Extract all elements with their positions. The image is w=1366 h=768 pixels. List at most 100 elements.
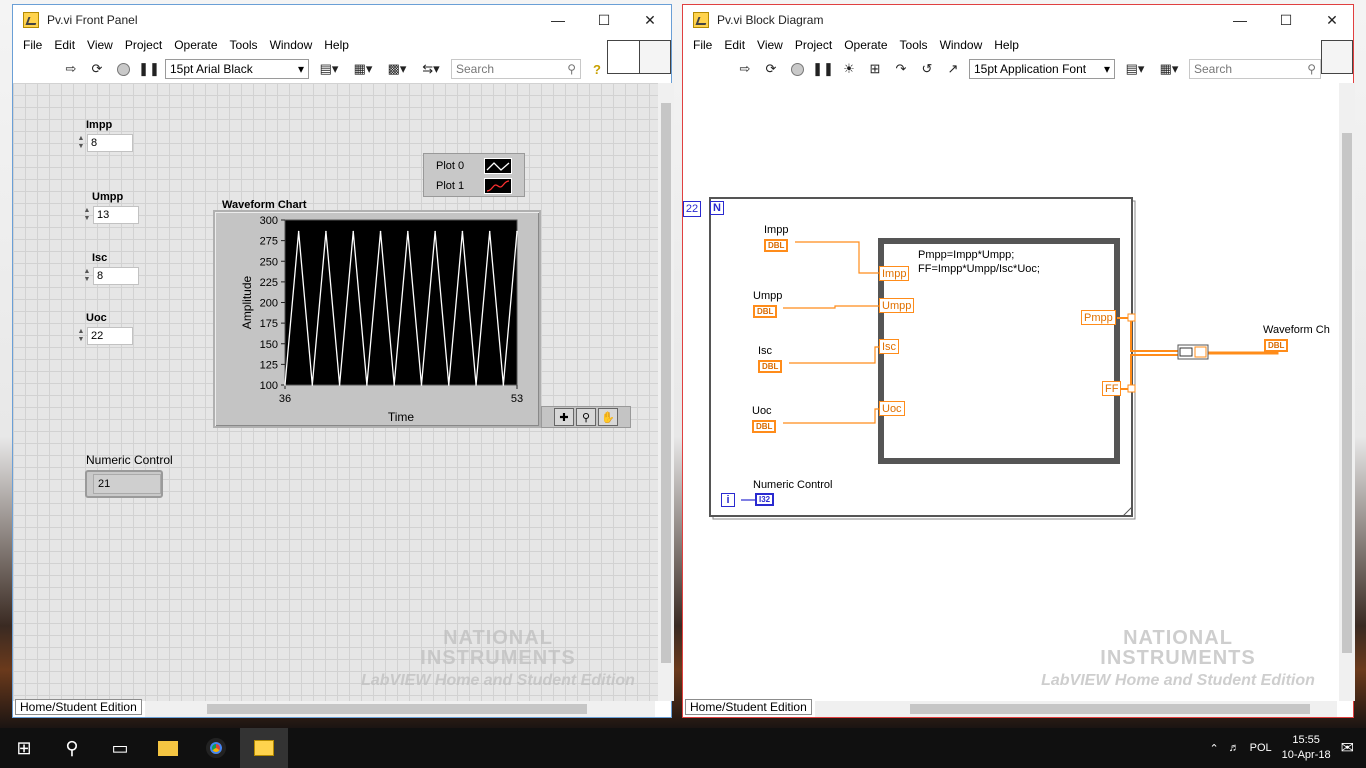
legend-row-plot-1[interactable]: Plot 1 [424, 176, 526, 196]
step-into-icon[interactable]: ↷ [891, 59, 911, 79]
distribute-objects-icon[interactable]: ▦▾ [1155, 59, 1183, 79]
menu-help[interactable]: Help [988, 38, 1025, 52]
font-selector[interactable]: 15pt Application Font ▾ [969, 59, 1115, 79]
menu-help[interactable]: Help [318, 38, 355, 52]
spinner-icon[interactable]: ▲ ▼ [75, 326, 87, 346]
spinner-icon[interactable]: ▲ ▼ [81, 266, 93, 286]
chevron-up-icon[interactable]: ⌃ [1209, 742, 1218, 755]
notifications-icon[interactable]: ✉ [1341, 738, 1354, 758]
speaker-icon[interactable]: ♬ [1229, 742, 1240, 754]
distribute-objects-icon[interactable]: ▦▾ [349, 59, 377, 79]
menu-tools[interactable]: Tools [894, 38, 934, 52]
menu-project[interactable]: Project [789, 38, 838, 52]
impp-terminal[interactable]: DBL [764, 239, 789, 252]
horizontal-scrollbar[interactable] [145, 701, 655, 717]
search-icon[interactable]: ⚲ [48, 728, 96, 768]
menu-file[interactable]: File [687, 38, 718, 52]
uoc-value[interactable]: 22 [87, 327, 133, 345]
legend-row-plot-0[interactable]: Plot 0 [424, 156, 526, 176]
formula-output-ff[interactable]: FF [1102, 381, 1122, 396]
zoom-icon[interactable]: ⚲ [576, 408, 596, 426]
formula-input-impp[interactable]: Impp [879, 266, 910, 281]
pause-icon[interactable]: ❚❚ [812, 59, 834, 79]
umpp-control[interactable]: ▲ ▼ 13 [81, 205, 139, 225]
front-panel-titlebar[interactable]: Pv.vi Front Panel — ☐ ✕ [13, 5, 671, 35]
menu-operate[interactable]: Operate [168, 38, 223, 52]
pan-hand-icon[interactable]: ✋ [598, 408, 618, 426]
retain-wire-values-icon[interactable]: ⊞ [865, 59, 885, 79]
block-diagram-canvas[interactable]: 22 N i Impp DBL Umpp DBL Isc DBL Uoc DBL… [683, 83, 1339, 701]
horizontal-scrollbar[interactable] [815, 701, 1337, 717]
plot-legend[interactable]: Plot 0 Plot 1 [423, 153, 525, 197]
scroll-thumb[interactable] [207, 704, 587, 714]
resize-objects-icon[interactable]: ▩▾ [383, 59, 411, 79]
uoc-terminal[interactable]: DBL [752, 420, 777, 433]
menu-window[interactable]: Window [264, 38, 319, 52]
formula-input-isc[interactable]: Isc [879, 339, 900, 354]
search-icon[interactable]: ⚲ [567, 62, 576, 76]
front-panel-window[interactable]: Pv.vi Front Panel — ☐ ✕ File Edit View P… [12, 4, 674, 718]
abort-icon[interactable] [113, 59, 133, 79]
vi-icon[interactable] [1321, 40, 1353, 74]
impp-control[interactable]: ▲ ▼ 8 [75, 133, 133, 153]
cursor-move-icon[interactable]: ✚ [554, 408, 574, 426]
search-input[interactable]: Search ⚲ [1189, 59, 1321, 79]
formula-line-1[interactable]: Pmpp=Impp*Umpp; [918, 249, 1014, 261]
help-icon[interactable]: ? [587, 59, 607, 79]
uoc-control[interactable]: ▲ ▼ 22 [75, 326, 133, 346]
chrome-icon[interactable] [192, 728, 240, 768]
impp-value[interactable]: 8 [87, 134, 133, 152]
isc-terminal[interactable]: DBL [758, 360, 783, 373]
numeric-control-indicator[interactable]: 21 [85, 470, 163, 498]
vertical-scrollbar[interactable] [658, 83, 674, 701]
menu-view[interactable]: View [81, 38, 119, 52]
block-diagram-window[interactable]: Pv.vi Block Diagram — ☐ ✕ File Edit View… [682, 4, 1355, 718]
step-out-icon[interactable]: ↗ [943, 59, 963, 79]
loop-i-terminal[interactable]: i [721, 493, 735, 507]
minimize-icon[interactable]: — [1217, 5, 1263, 35]
search-icon[interactable]: ⚲ [1307, 62, 1316, 76]
labview-taskbar-icon[interactable] [240, 728, 288, 768]
waveform-chart[interactable]: 300 275 250 225 200 175 150 125 100 36 53 Time Ampli… [213, 210, 541, 428]
maximize-icon[interactable]: ☐ [1263, 5, 1309, 35]
maximize-icon[interactable]: ☐ [581, 5, 627, 35]
align-objects-icon[interactable]: ▤▾ [315, 59, 343, 79]
task-view-icon[interactable]: ▭ [96, 728, 144, 768]
block-diagram-titlebar[interactable]: Pv.vi Block Diagram — ☐ ✕ [683, 5, 1353, 35]
isc-control[interactable]: ▲ ▼ 8 [81, 266, 139, 286]
close-icon[interactable]: ✕ [627, 5, 673, 35]
scroll-thumb[interactable] [1342, 133, 1352, 653]
file-explorer-icon[interactable] [144, 728, 192, 768]
reorder-icon[interactable]: ⇆▾ [417, 59, 445, 79]
abort-icon[interactable] [787, 59, 807, 79]
spinner-icon[interactable]: ▲ ▼ [75, 133, 87, 153]
menu-edit[interactable]: Edit [48, 38, 81, 52]
vertical-scrollbar[interactable] [1339, 83, 1355, 701]
formula-line-2[interactable]: FF=Impp*Umpp/Isc*Uoc; [918, 263, 1040, 275]
spinner-icon[interactable]: ▲ ▼ [81, 205, 93, 225]
formula-output-pmpp[interactable]: Pmpp [1081, 310, 1116, 325]
umpp-value[interactable]: 13 [93, 206, 139, 224]
formula-input-uoc[interactable]: Uoc [879, 401, 905, 416]
connector-pane-icon[interactable] [607, 40, 643, 74]
run-arrow-icon[interactable]: ⇨ [61, 59, 81, 79]
vi-icon[interactable] [639, 40, 671, 74]
run-continuously-icon[interactable]: ⟳ [87, 59, 107, 79]
scroll-thumb[interactable] [910, 704, 1310, 714]
align-objects-icon[interactable]: ▤▾ [1121, 59, 1149, 79]
run-arrow-icon[interactable]: ⇨ [735, 59, 755, 79]
waveform-chart-terminal[interactable]: DBL [1264, 339, 1289, 352]
menu-window[interactable]: Window [934, 38, 989, 52]
start-windows-icon[interactable]: ⊞ [0, 728, 48, 768]
search-input[interactable]: Search ⚲ [451, 59, 581, 79]
front-panel-canvas[interactable]: Impp ▲ ▼ 8 Umpp ▲ ▼ 13 Isc ▲ ▼ 8 Uoc ▲ ▼ 22 … [13, 83, 658, 701]
clock[interactable]: 15:55 10-Apr-18 [1282, 733, 1331, 763]
step-over-icon[interactable]: ↺ [917, 59, 937, 79]
loop-count-constant[interactable]: 22 [683, 201, 701, 217]
menu-file[interactable]: File [17, 38, 48, 52]
menu-project[interactable]: Project [119, 38, 168, 52]
menu-edit[interactable]: Edit [718, 38, 751, 52]
font-selector[interactable]: 15pt Arial Black ▾ [165, 59, 309, 79]
run-continuously-icon[interactable]: ⟳ [761, 59, 781, 79]
graph-palette[interactable]: ✚ ⚲ ✋ [541, 406, 631, 428]
